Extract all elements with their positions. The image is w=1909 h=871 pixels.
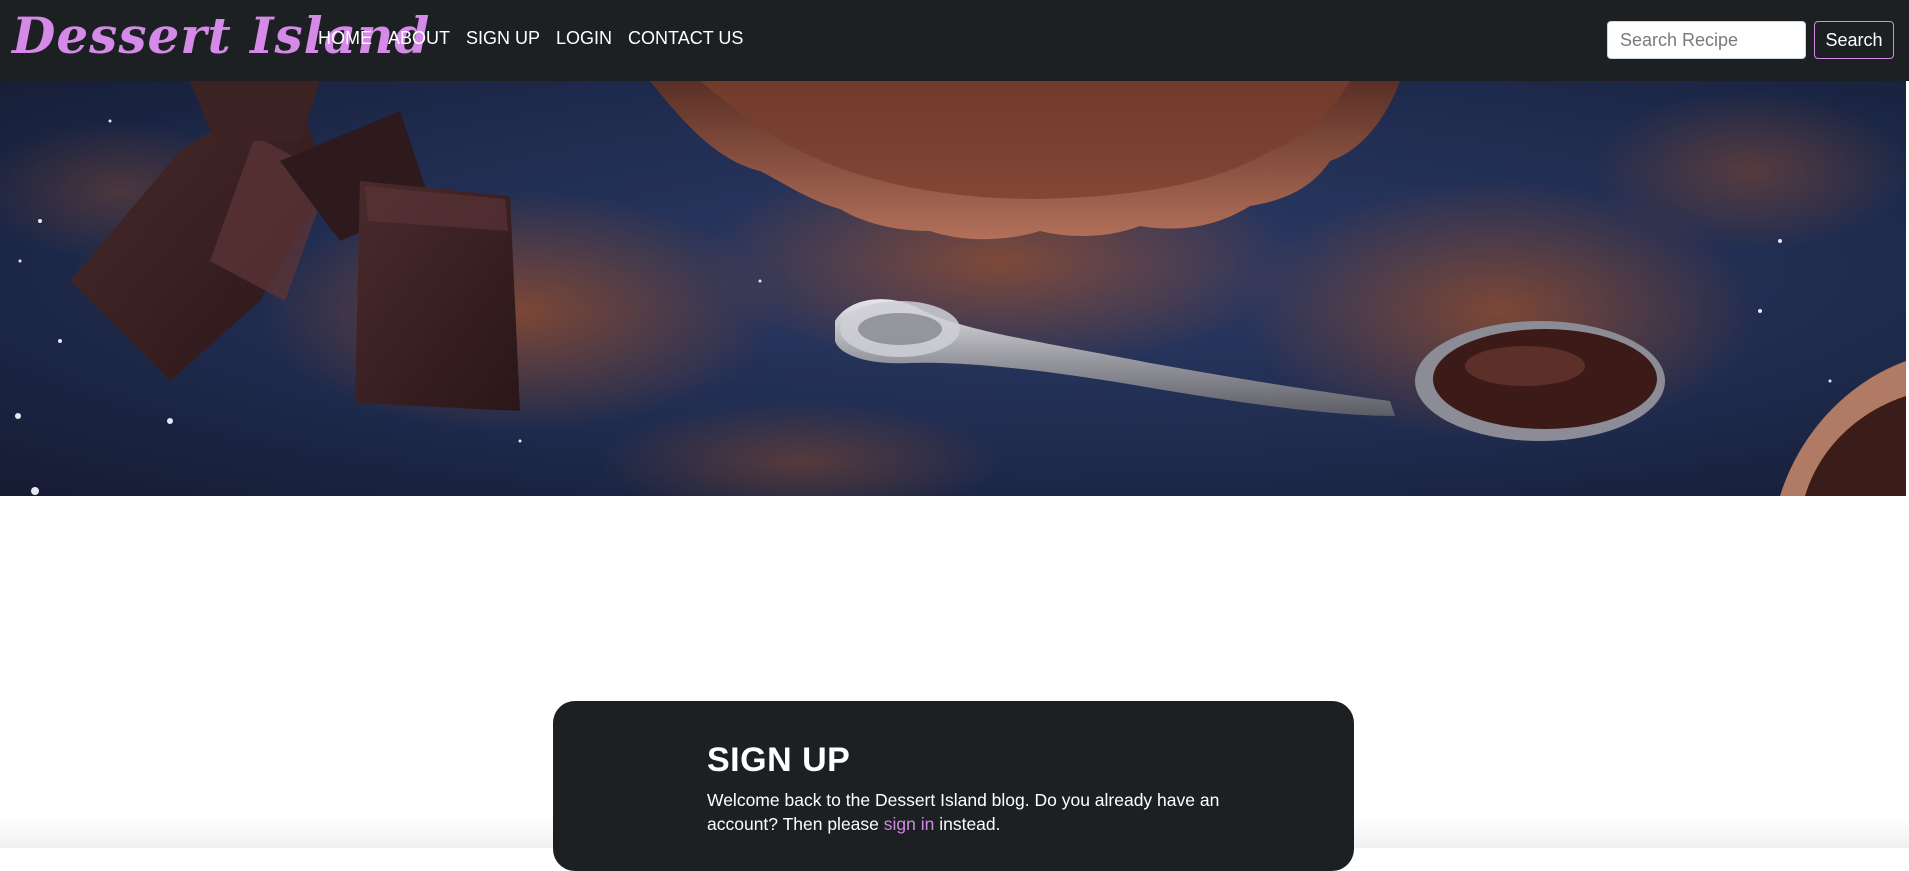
nav-home-link[interactable]: HOME [318,28,372,49]
signup-text-after: instead. [934,814,1001,834]
nav-signup-link[interactable]: SIGN UP [466,28,540,49]
nav-about-link[interactable]: ABOUT [388,28,450,49]
nav-links: HOME ABOUT SIGN UP LOGIN CONTACT US [318,28,743,49]
signup-card: SIGN UP Welcome back to the Dessert Isla… [553,701,1354,871]
top-navbar: Dessert Island HOME ABOUT SIGN UP LOGIN … [0,0,1909,81]
signup-title: SIGN UP [707,741,851,779]
signup-description: Welcome back to the Dessert Island blog.… [707,788,1227,836]
sign-in-link[interactable]: sign in [884,814,935,834]
search-recipe-input[interactable] [1607,21,1806,59]
nav-login-link[interactable]: LOGIN [556,28,612,49]
nav-contact-link[interactable]: CONTACT US [628,28,743,49]
search-button[interactable]: Search [1814,21,1894,59]
hero-banner-image [0,81,1906,496]
